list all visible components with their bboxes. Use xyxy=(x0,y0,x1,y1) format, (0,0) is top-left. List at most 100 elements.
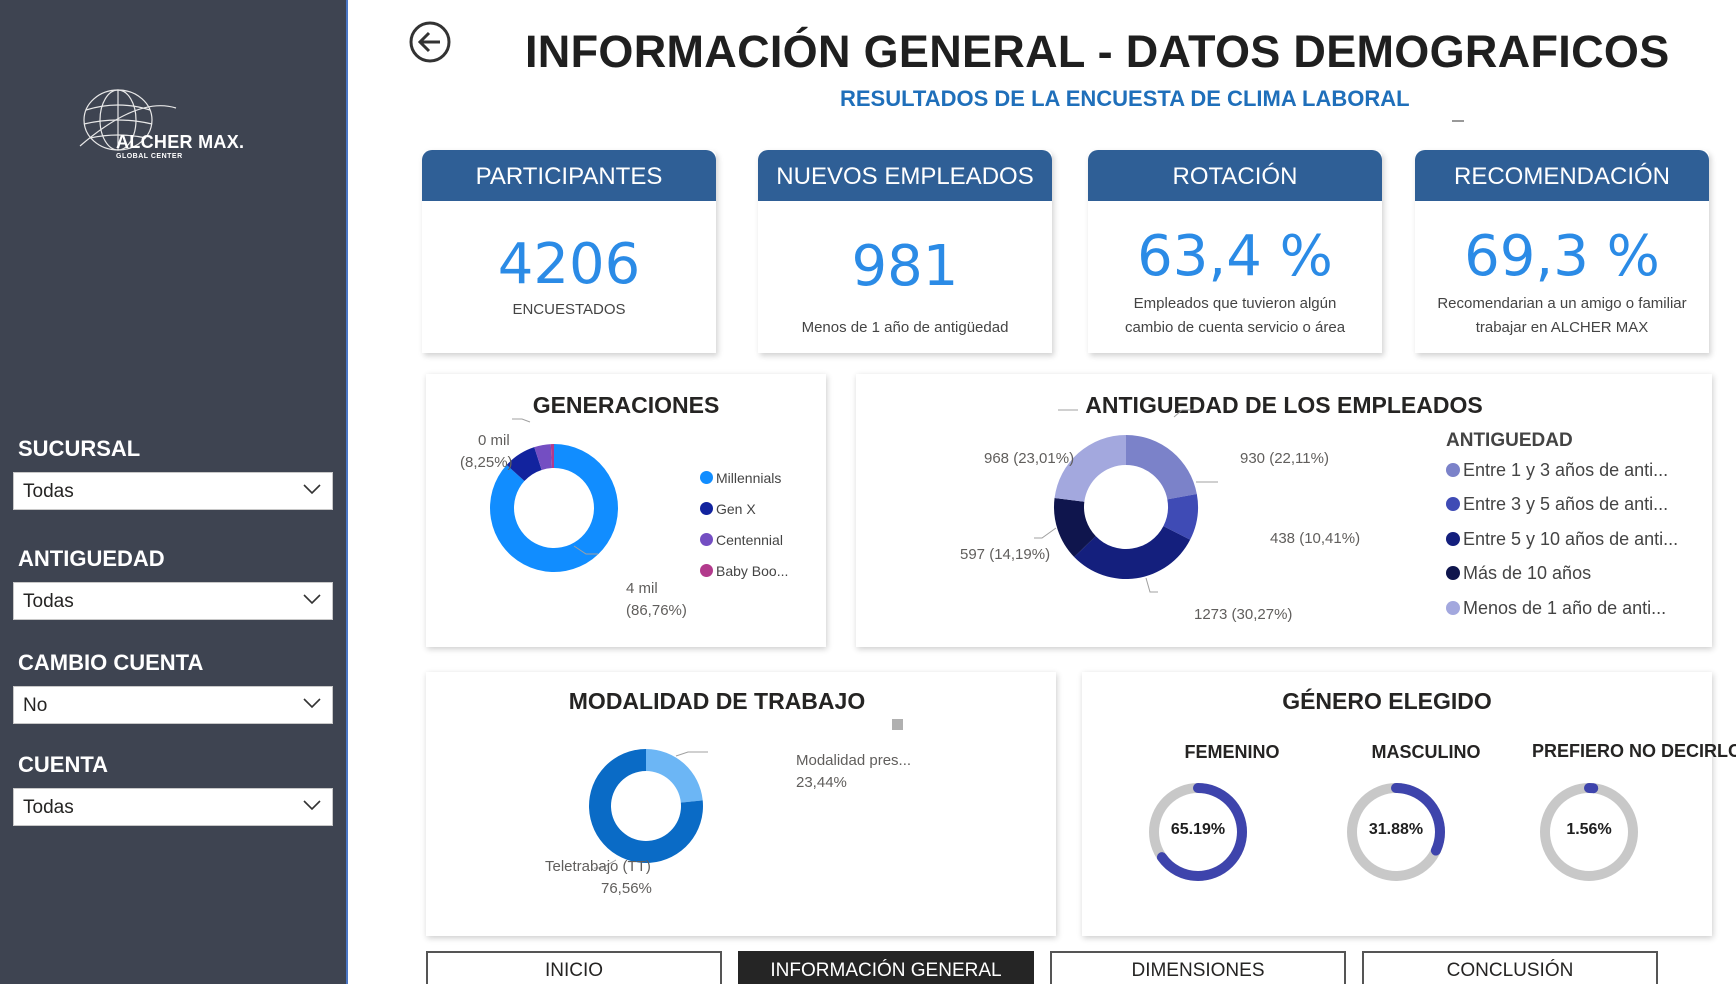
legend-item[interactable]: Baby Boo... xyxy=(700,563,788,579)
legend-item[interactable]: Gen X xyxy=(700,501,756,517)
gauge-value: 65.19% xyxy=(1170,821,1226,838)
cambio-cuenta-value: No xyxy=(23,695,48,716)
chevron-down-icon xyxy=(303,484,321,495)
legend-dot xyxy=(1446,566,1460,580)
leader-line xyxy=(675,751,708,757)
legend-item[interactable]: Entre 1 y 3 años de anti... xyxy=(1446,460,1668,481)
legend-label: Entre 3 y 5 años de anti... xyxy=(1463,494,1669,514)
decorative-dash xyxy=(1452,120,1464,122)
leader-line xyxy=(1173,409,1194,418)
chevron-down-icon xyxy=(303,594,321,605)
kpi-caption: ENCUESTADOS xyxy=(512,301,626,318)
sucursal-value: Todas xyxy=(23,481,74,502)
donut-slice[interactable] xyxy=(1126,435,1197,500)
kpi-title: ROTACIÓN xyxy=(1088,150,1382,201)
page-subtitle: RESULTADOS DE LA ENCUESTA DE CLIMA LABOR… xyxy=(840,86,1410,111)
legend-label: Menos de 1 año de anti... xyxy=(1463,598,1667,618)
legend-dot xyxy=(1446,532,1460,546)
data-label: 438 (10,41%) xyxy=(1270,530,1361,547)
kpi-title: PARTICIPANTES xyxy=(422,150,716,201)
kpi-value: 4206 xyxy=(497,232,641,297)
back-arrow-icon[interactable] xyxy=(408,20,452,64)
legend-dot xyxy=(700,564,713,577)
kpi-card-nuevos-empleados: NUEVOS EMPLEADOS 981 Menos de 1 año de a… xyxy=(758,150,1052,353)
legend-label: Entre 5 y 10 años de anti... xyxy=(1463,529,1679,549)
legend-title: ANTIGUEDAD xyxy=(1446,430,1573,451)
legend-label: Más de 10 años xyxy=(1463,563,1592,583)
kpi-title: NUEVOS EMPLEADOS xyxy=(758,150,1052,201)
brand-tagline: GLOBAL CENTER xyxy=(116,153,183,160)
data-label: 968 (23,01%) xyxy=(984,450,1075,467)
legend-dot xyxy=(1446,601,1460,615)
legend-item[interactable]: Entre 5 y 10 años de anti... xyxy=(1446,529,1678,550)
data-label: (8,25%) xyxy=(460,454,513,471)
data-label: 0 mil xyxy=(478,432,510,449)
filter-sidebar: ALCHER MAX. GLOBAL CENTER SUCURSAL Todas… xyxy=(0,0,348,984)
legend-label: Centennial xyxy=(716,532,783,548)
modalidad-panel: MODALIDAD DE TRABAJO Modalidad pres... 2… xyxy=(426,672,1056,936)
cuenta-value: Todas xyxy=(23,797,74,818)
filter-label-antiguedad: ANTIGUEDAD xyxy=(18,546,165,571)
chevron-down-icon xyxy=(303,800,321,811)
kpi-caption: Menos de 1 año de antigüedad xyxy=(801,319,1009,336)
data-label: 23,44% xyxy=(796,774,847,791)
chevron-down-icon xyxy=(303,698,321,709)
sucursal-dropdown[interactable]: Todas xyxy=(13,472,333,510)
gauge-value: 31.88% xyxy=(1368,821,1424,838)
kpi-caption-line2: cambio de cuenta servicio o área xyxy=(1124,319,1346,336)
data-label: 930 (22,11%) xyxy=(1240,450,1329,467)
report-page: ALCHER MAX. GLOBAL CENTER SUCURSAL Todas… xyxy=(0,0,1736,984)
gauge-value: 1.56% xyxy=(1566,821,1612,838)
legend-dot xyxy=(1446,463,1460,477)
filter-label-cuenta: CUENTA xyxy=(18,752,109,777)
kpi-card-rotacion: ROTACIÓN 63,4 % Empleados que tuvieron a… xyxy=(1088,150,1382,353)
kpi-caption-line1: Recomendarian a un amigo o familiar xyxy=(1437,295,1687,312)
filter-label-sucursal: SUCURSAL xyxy=(18,436,141,461)
legend-label: Millennials xyxy=(716,470,782,486)
cuenta-dropdown[interactable]: Todas xyxy=(13,788,333,826)
legend-dot xyxy=(700,502,713,515)
antiguedad-panel: ANTIGUEDAD DE LOS EMPLEADOS 930 (22,11%)… xyxy=(856,374,1712,647)
kpi-title: RECOMENDACIÓN xyxy=(1415,150,1709,201)
filter-label-cambio-cuenta: CAMBIO CUENTA xyxy=(18,650,204,675)
brand-name: ALCHER MAX. xyxy=(116,132,245,152)
legend-item[interactable]: Millennials xyxy=(700,470,781,486)
legend-item[interactable]: Centennial xyxy=(700,532,783,548)
kpi-caption-line2: trabajar en ALCHER MAX xyxy=(1475,319,1649,336)
legend-dot xyxy=(700,471,713,484)
kpi-value: 63,4 % xyxy=(1137,224,1333,289)
gender-label-femenino: FEMENINO xyxy=(1184,742,1280,762)
legend-item[interactable]: Más de 10 años xyxy=(1446,563,1591,584)
legend-label: Gen X xyxy=(716,501,756,517)
antiguedad-dropdown[interactable]: Todas xyxy=(13,582,333,620)
data-label: Modalidad pres... xyxy=(796,752,912,769)
data-label: 4 mil xyxy=(626,580,658,597)
nav-button-dimensiones[interactable]: DIMENSIONES xyxy=(1050,951,1346,984)
data-label: 1273 (30,27%) xyxy=(1194,606,1293,623)
kpi-card-participantes: PARTICIPANTES 4206 ENCUESTADOS xyxy=(422,150,716,353)
modalidad-donut-chart xyxy=(589,749,708,869)
kpi-card-recomendacion: RECOMENDACIÓN 69,3 % Recomendarian a un … xyxy=(1415,150,1709,353)
cambio-cuenta-dropdown[interactable]: No xyxy=(13,686,333,724)
data-label: (86,76%) xyxy=(626,602,687,619)
nav-button-informacion-general[interactable]: INFORMACIÓN GENERAL xyxy=(738,951,1034,984)
legend-item[interactable]: Menos de 1 año de anti... xyxy=(1446,598,1666,619)
nav-button-inicio[interactable]: INICIO xyxy=(426,951,722,984)
data-label: Teletrabajo (TT) xyxy=(545,858,651,875)
kpi-value: 69,3 % xyxy=(1464,224,1660,289)
kpi-value: 981 xyxy=(851,234,959,299)
data-label: 76,56% xyxy=(601,880,652,897)
globe-logo-icon xyxy=(79,89,177,151)
legend-dot xyxy=(1446,497,1460,511)
legend-item[interactable]: Entre 3 y 5 años de anti... xyxy=(1446,494,1668,515)
leader-line xyxy=(1145,577,1158,593)
donut-slice[interactable] xyxy=(1054,435,1126,502)
leader-line xyxy=(1034,527,1057,539)
genero-panel: GÉNERO ELEGIDO FEMENINO 65.19% MASCULINO… xyxy=(1082,672,1736,936)
nav-button-conclusion[interactable]: CONCLUSIÓN xyxy=(1362,951,1658,984)
data-label: 597 (14,19%) xyxy=(960,546,1051,563)
gender-label-prefiero-no-decirlo: PREFIERO NO DECIRLO xyxy=(1531,741,1736,761)
donut-slice[interactable] xyxy=(646,749,703,803)
legend-dot xyxy=(700,533,713,546)
kpi-caption-line1: Empleados que tuvieron algún xyxy=(1133,295,1337,312)
